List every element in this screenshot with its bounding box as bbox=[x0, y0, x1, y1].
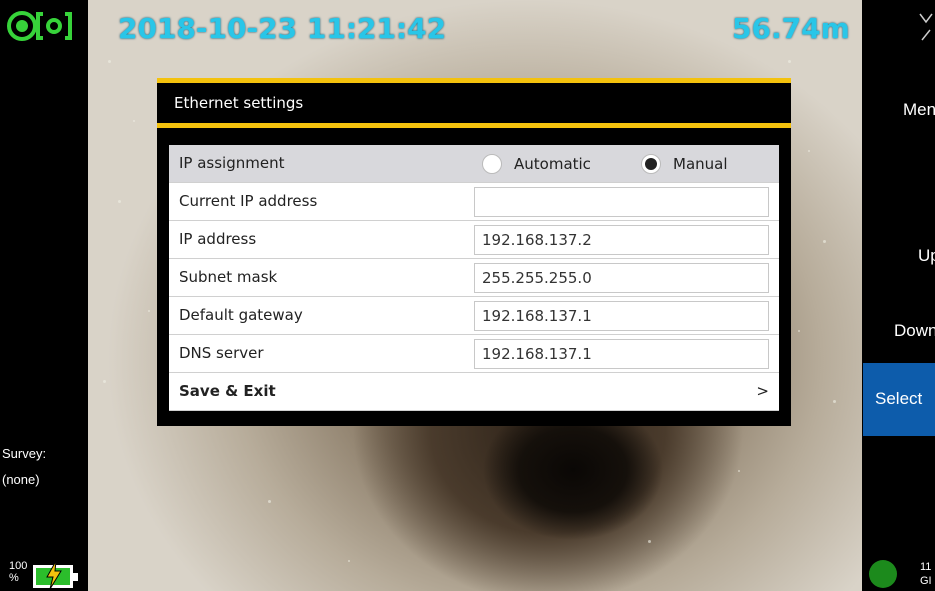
status-text-line2: GI bbox=[920, 575, 932, 587]
select-button[interactable]: Select bbox=[863, 363, 935, 436]
app-logo-icon bbox=[7, 11, 72, 41]
current-ip-row: Current IP address bbox=[169, 183, 779, 221]
down-button[interactable]: Down bbox=[894, 321, 935, 341]
ip-assignment-row: IP assignment Automatic Manual bbox=[169, 145, 779, 183]
battery-percent: 100 % bbox=[9, 560, 27, 584]
survey-label: Survey: bbox=[2, 446, 47, 461]
default-gateway-label: Default gateway bbox=[179, 306, 303, 324]
radio-automatic-label: Automatic bbox=[514, 155, 591, 173]
ip-address-field[interactable]: 192.168.137.2 bbox=[474, 225, 769, 255]
ip-address-label: IP address bbox=[179, 230, 257, 248]
radio-manual-label: Manual bbox=[673, 155, 728, 173]
save-exit-row[interactable]: Save & Exit > bbox=[169, 373, 779, 411]
chevron-right-icon: > bbox=[756, 382, 769, 400]
subnet-mask-row: Subnet mask 255.255.255.0 bbox=[169, 259, 779, 297]
menu-button[interactable]: Menu bbox=[903, 100, 935, 120]
dns-server-label: DNS server bbox=[179, 344, 264, 362]
radio-manual[interactable]: Manual bbox=[641, 154, 728, 174]
dialog-title-accent bbox=[157, 123, 791, 128]
status-indicator-icon bbox=[869, 560, 897, 588]
up-button[interactable]: Up bbox=[918, 246, 935, 266]
status-text: 11 GI bbox=[920, 560, 932, 588]
survey-value: (none) bbox=[2, 472, 40, 487]
left-panel bbox=[0, 0, 88, 591]
datetime-overlay: 2018-10-23 11:21:42 bbox=[118, 12, 447, 45]
dns-server-row: DNS server 192.168.137.1 bbox=[169, 335, 779, 373]
battery-percent-value: 100 bbox=[9, 560, 28, 572]
right-panel bbox=[862, 0, 935, 591]
default-gateway-field[interactable]: 192.168.137.1 bbox=[474, 301, 769, 331]
distance-overlay: 56.74m bbox=[732, 12, 850, 45]
tools-icon bbox=[919, 13, 933, 41]
charging-bolt-icon bbox=[46, 561, 62, 589]
default-gateway-row: Default gateway 192.168.137.1 bbox=[169, 297, 779, 335]
ethernet-settings-dialog: Ethernet settings IP assignment Automati… bbox=[157, 78, 791, 426]
radio-manual-dot[interactable] bbox=[641, 154, 661, 174]
radio-automatic-dot[interactable] bbox=[482, 154, 502, 174]
subnet-mask-field[interactable]: 255.255.255.0 bbox=[474, 263, 769, 293]
current-ip-label: Current IP address bbox=[179, 192, 318, 210]
save-exit-label: Save & Exit bbox=[179, 382, 276, 400]
current-ip-field[interactable] bbox=[474, 187, 769, 217]
subnet-mask-label: Subnet mask bbox=[179, 268, 278, 286]
radio-automatic[interactable]: Automatic bbox=[482, 154, 591, 174]
status-text-line1: 11 bbox=[920, 561, 932, 573]
battery-percent-sign: % bbox=[9, 572, 19, 584]
dialog-title: Ethernet settings bbox=[174, 94, 304, 112]
settings-list: IP assignment Automatic Manual Current I… bbox=[169, 145, 779, 411]
dns-server-field[interactable]: 192.168.137.1 bbox=[474, 339, 769, 369]
ip-address-row: IP address 192.168.137.2 bbox=[169, 221, 779, 259]
dialog-top-accent bbox=[157, 78, 791, 83]
ip-assignment-label: IP assignment bbox=[179, 154, 285, 172]
